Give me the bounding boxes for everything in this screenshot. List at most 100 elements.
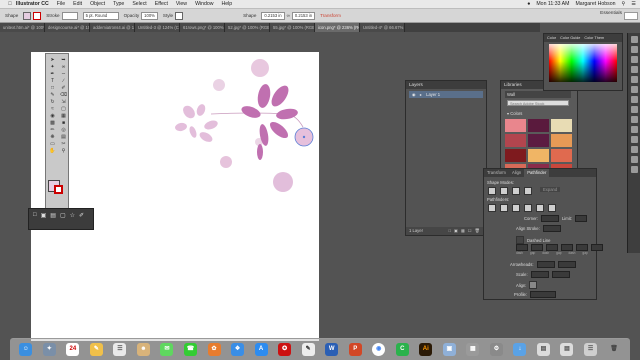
stack-icon[interactable]: ☰ [584, 343, 598, 356]
menu-view[interactable]: View [176, 1, 187, 7]
leaf-shape[interactable] [198, 130, 214, 144]
brush-dropdown[interactable]: 5 pt. Round [82, 11, 119, 20]
magic-wand-tool-icon[interactable]: ✦ [48, 64, 57, 70]
photos-icon[interactable]: ✿ [207, 343, 221, 356]
color-tab[interactable]: Color [547, 34, 556, 42]
profile-dropdown[interactable] [530, 291, 557, 298]
curvature-tool-icon[interactable]: ∽ [59, 71, 68, 77]
star-icon[interactable]: ☆ [70, 212, 75, 219]
menu-clock[interactable]: Mon 11:33 AM [536, 1, 569, 7]
free-transform-tool-icon[interactable]: ▢ [59, 106, 68, 112]
crop-icon[interactable] [524, 204, 532, 212]
dash-field[interactable] [546, 244, 558, 251]
color-guide-tab[interactable]: Color Guide [560, 34, 580, 42]
eyedropper-tool-icon[interactable]: ✏ [48, 127, 57, 133]
contacts-icon[interactable]: ☻ [136, 343, 150, 356]
properties-panel-icon[interactable] [631, 66, 638, 73]
width-tool-icon[interactable]: ≈ [48, 106, 57, 112]
color-swatch[interactable] [505, 119, 526, 132]
expand-arrow-icon[interactable]: ▸ [420, 92, 422, 97]
notes-icon[interactable]: ✎ [89, 343, 103, 356]
transform-label[interactable]: Transform [320, 13, 341, 18]
selection-tool-icon[interactable]: ➤ [48, 57, 57, 63]
scale-tool-icon[interactable]: ⇲ [59, 99, 68, 105]
menu-effect[interactable]: Effect [155, 1, 168, 7]
perspective-grid-tool-icon[interactable]: ▦ [59, 113, 68, 119]
screen-mode-icon[interactable]: ▢ [60, 212, 66, 219]
messages-icon[interactable]: ✉ [160, 343, 174, 356]
gradient-tool-icon[interactable]: ■ [59, 120, 68, 126]
gap-field[interactable] [561, 244, 573, 251]
fill-stroke-widget[interactable] [48, 180, 66, 196]
zoom-tool-icon[interactable]: ⚲ [59, 148, 68, 154]
unite-icon[interactable] [488, 187, 496, 195]
blend-tool-icon[interactable]: ◎ [59, 127, 68, 133]
artboard-tool-icon[interactable]: ▭ [48, 141, 57, 147]
intersect-icon[interactable] [512, 187, 520, 195]
arrowhead-end-field[interactable] [557, 261, 576, 268]
align-panel-icon[interactable] [631, 156, 638, 163]
align-arrow-icon[interactable] [529, 281, 538, 289]
decor-circle[interactable] [251, 59, 269, 77]
artboard[interactable] [31, 52, 319, 341]
line-tool-icon[interactable]: ∕ [59, 78, 68, 84]
corner-field[interactable] [540, 215, 559, 222]
menu-user[interactable]: Margaret Hobson [575, 1, 615, 7]
apple-menu-icon[interactable]:  [8, 1, 12, 7]
document-tab[interactable]: 55.jpg* @ 100% (RGB/GPU P... [270, 23, 315, 32]
minus-back-icon[interactable] [548, 204, 556, 212]
acrobat-icon[interactable]: ✪ [278, 343, 292, 356]
appearance-panel-icon[interactable] [631, 126, 638, 133]
leaf-shape[interactable] [195, 103, 207, 117]
document-tab[interactable]: addemiatrons4.ai @ 100% ... [90, 23, 135, 32]
stroke-label[interactable]: Stroke [46, 13, 59, 18]
app-store-icon[interactable]: A [254, 343, 268, 356]
layer-row[interactable]: ◉ ▸ Layer 1 [409, 91, 483, 98]
notification-center-icon[interactable]: ☰ [631, 1, 636, 7]
document-tab[interactable]: 61rows.png* @ 100% (RGB... [180, 23, 225, 32]
opacity-field[interactable]: 100% [141, 11, 158, 20]
brushes-panel-icon[interactable] [631, 76, 638, 83]
stroke-weight-field[interactable] [61, 11, 78, 20]
pen-tool-icon[interactable]: ✒ [48, 71, 57, 77]
desktop-icon[interactable]: ▤ [560, 343, 574, 356]
gap-field[interactable] [531, 244, 543, 251]
menu-file[interactable]: File [57, 1, 65, 7]
document-tab[interactable]: 52.jpg* @ 100% (RGB/GPU P... [225, 23, 270, 32]
color-swatch[interactable] [505, 134, 526, 147]
merge-icon[interactable] [512, 204, 520, 212]
dashed-line-checkbox[interactable] [516, 236, 524, 244]
layers-panel-title[interactable]: Layers [406, 81, 486, 89]
scale-start-field[interactable] [530, 271, 549, 278]
layer-name[interactable]: Layer 1 [426, 92, 440, 97]
shape-builder-tool-icon[interactable]: ◉ [48, 113, 57, 119]
color-swatch[interactable] [528, 134, 549, 147]
document-tab[interactable]: unitext.htm.ai* @ 100% (R... [0, 23, 45, 32]
color-themes-tab[interactable]: Color Them [584, 34, 604, 42]
camtasia-icon[interactable]: C [395, 343, 409, 356]
minus-front-icon[interactable] [500, 187, 508, 195]
document-tab-active[interactable]: icon.png* @ 236% (RGB... [315, 23, 360, 32]
lasso-tool-icon[interactable]: ∞ [59, 64, 68, 70]
leaf-shape[interactable] [181, 103, 198, 120]
document-tab[interactable]: designcourse.ai* @ 100% (... [45, 23, 90, 32]
finder-icon[interactable]: ☺ [19, 343, 33, 356]
preview-icon[interactable]: ▣ [442, 343, 456, 356]
visibility-eye-icon[interactable]: ◉ [412, 92, 416, 97]
hand-tool-icon[interactable]: ✋ [48, 148, 57, 154]
mesh-tool-icon[interactable]: ▩ [48, 120, 57, 126]
powerpoint-icon[interactable]: P [348, 343, 362, 356]
stroke-swatch[interactable] [33, 11, 42, 20]
textedit-icon[interactable]: ✎ [301, 343, 315, 356]
divide-icon[interactable] [488, 204, 496, 212]
scale-end-field[interactable] [551, 271, 570, 278]
pencil-tool-icon[interactable]: ✎ [48, 92, 57, 98]
leaf-shape[interactable] [174, 122, 187, 132]
shape-label[interactable]: Shape [243, 13, 256, 18]
spotlight-icon[interactable]: ⚲ [622, 1, 626, 7]
tab-align[interactable]: Align [509, 169, 524, 177]
leaf-shape[interactable] [188, 125, 198, 138]
leaf-shape[interactable] [268, 83, 292, 110]
trim-icon[interactable] [500, 204, 508, 212]
exclude-icon[interactable] [524, 187, 532, 195]
